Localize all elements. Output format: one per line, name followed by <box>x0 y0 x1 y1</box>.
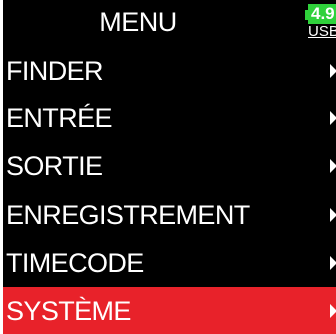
menu-item-enregistrement[interactable]: ENREGISTREMENT <box>3 191 336 239</box>
menu-item-label: ENTRÉE <box>6 103 113 133</box>
menu-item-label: ENREGISTREMENT <box>6 200 250 230</box>
power-source-label: USB <box>308 23 336 40</box>
menu-item-sortie[interactable]: SORTIE <box>3 142 336 191</box>
chevron-right-icon <box>330 256 336 270</box>
device-screen: MENU 4.9 USB FINDER ENTRÉE SORTIE ENREGI… <box>3 0 336 334</box>
chevron-right-icon <box>330 208 336 222</box>
chevron-right-icon <box>330 111 336 125</box>
menu-item-entree[interactable]: ENTRÉE <box>3 94 336 142</box>
menu-item-finder[interactable]: FINDER <box>3 47 336 94</box>
menu-list: FINDER ENTRÉE SORTIE ENREGISTREMENT TIME… <box>3 47 336 334</box>
chevron-right-icon <box>330 64 336 78</box>
menu-item-systeme[interactable]: SYSTÈME <box>3 287 336 334</box>
menu-item-label: SORTIE <box>6 151 103 181</box>
menu-item-label: TIMECODE <box>6 248 144 278</box>
menu-header: MENU 4.9 USB <box>3 0 336 46</box>
menu-item-label: FINDER <box>6 56 104 86</box>
menu-item-timecode[interactable]: TIMECODE <box>3 239 336 287</box>
page-title: MENU <box>99 7 177 37</box>
battery-voltage: 4.9 <box>308 4 336 24</box>
menu-item-label: SYSTÈME <box>6 296 131 326</box>
chevron-right-icon <box>330 304 336 318</box>
chevron-right-icon <box>330 159 336 173</box>
battery-indicator: 4.9 USB <box>305 4 336 40</box>
